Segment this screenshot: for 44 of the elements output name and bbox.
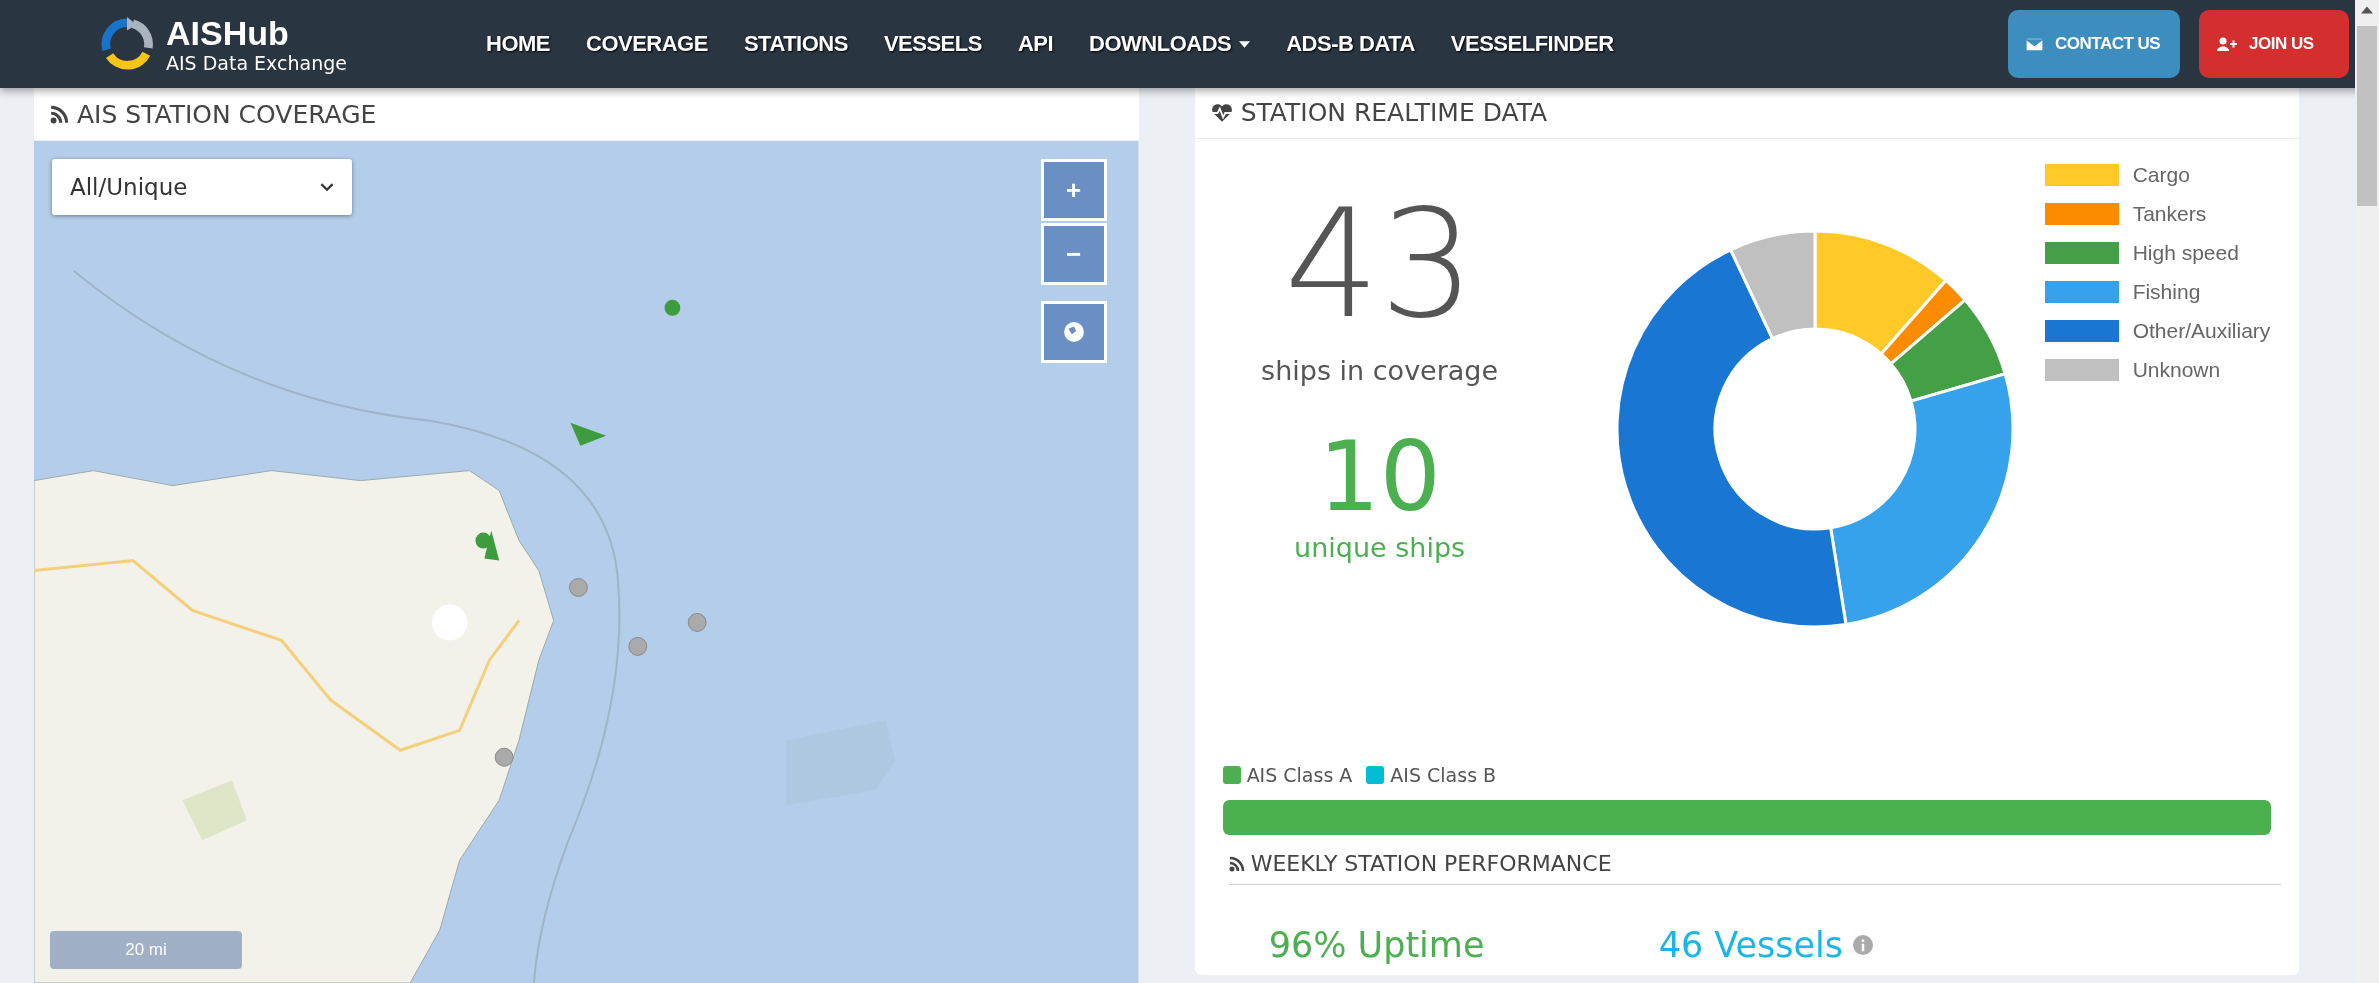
header-button[interactable]: CONTACT US	[2008, 10, 2180, 78]
nav-link[interactable]: STATIONS	[743, 31, 848, 57]
heartbeat-icon	[1210, 102, 1233, 123]
info-icon[interactable]	[1853, 935, 1873, 955]
ships-count: 43	[1284, 178, 1476, 349]
nav-link[interactable]: DOWNLOADS	[1089, 31, 1251, 57]
ships-label: ships in coverage	[1261, 354, 1499, 386]
nav-link[interactable]: COVERAGE	[586, 31, 708, 57]
scrollbar[interactable]	[2355, 0, 2379, 983]
unique-count: 10	[1318, 421, 1441, 532]
rss-icon	[1228, 855, 1245, 872]
legend-label: AIS Class A	[1246, 764, 1353, 787]
unique-label: unique ships	[1294, 531, 1466, 563]
brand-name[interactable]: AISHub	[166, 14, 347, 52]
legend-label: AIS Class B	[1390, 764, 1497, 787]
legend-label: High speed	[2132, 240, 2239, 265]
panel-title: AIS STATION COVERAGE	[77, 99, 377, 129]
rss-icon	[50, 104, 69, 124]
legend-label: Tankers	[2132, 201, 2207, 226]
legend-label: Cargo	[2132, 162, 2190, 187]
nav-link[interactable]: VESSELFINDER	[1450, 31, 1614, 57]
legend-label: Fishing	[2132, 279, 2201, 304]
globe-icon	[1062, 321, 1085, 343]
locate-button[interactable]	[1040, 301, 1107, 363]
envelope-icon	[2026, 37, 2043, 51]
logo-icon[interactable]	[98, 15, 156, 73]
legend-label: Other/Auxiliary	[2132, 318, 2271, 343]
brand-tagline: AIS Data Exchange	[166, 52, 347, 74]
nav-link[interactable]: HOME	[486, 31, 550, 57]
legend-label: Unknown	[2132, 357, 2221, 382]
vessels-stat: 46 Vessels	[1658, 925, 1843, 965]
scrollbar-thumb[interactable]	[2357, 26, 2378, 206]
map-scale-bar: 20 mi	[50, 931, 242, 969]
section-title: WEEKLY STATION PERFORMANCE	[1250, 851, 1612, 876]
nav-link[interactable]: ADS-B DATA	[1286, 31, 1415, 57]
nav-link[interactable]: API	[1017, 31, 1054, 57]
panel-title: STATION REALTIME DATA	[1240, 98, 1548, 128]
nav-link[interactable]: VESSELS	[883, 31, 982, 57]
uptime-stat: 96% Uptime	[1268, 925, 1486, 965]
filter-dropdown[interactable]: All/Unique	[52, 159, 352, 215]
scroll-up-icon[interactable]	[2361, 6, 2374, 14]
add-user-icon	[2217, 37, 2237, 51]
chevron-down-icon	[320, 182, 334, 192]
header-button[interactable]: JOIN US	[2199, 10, 2349, 78]
